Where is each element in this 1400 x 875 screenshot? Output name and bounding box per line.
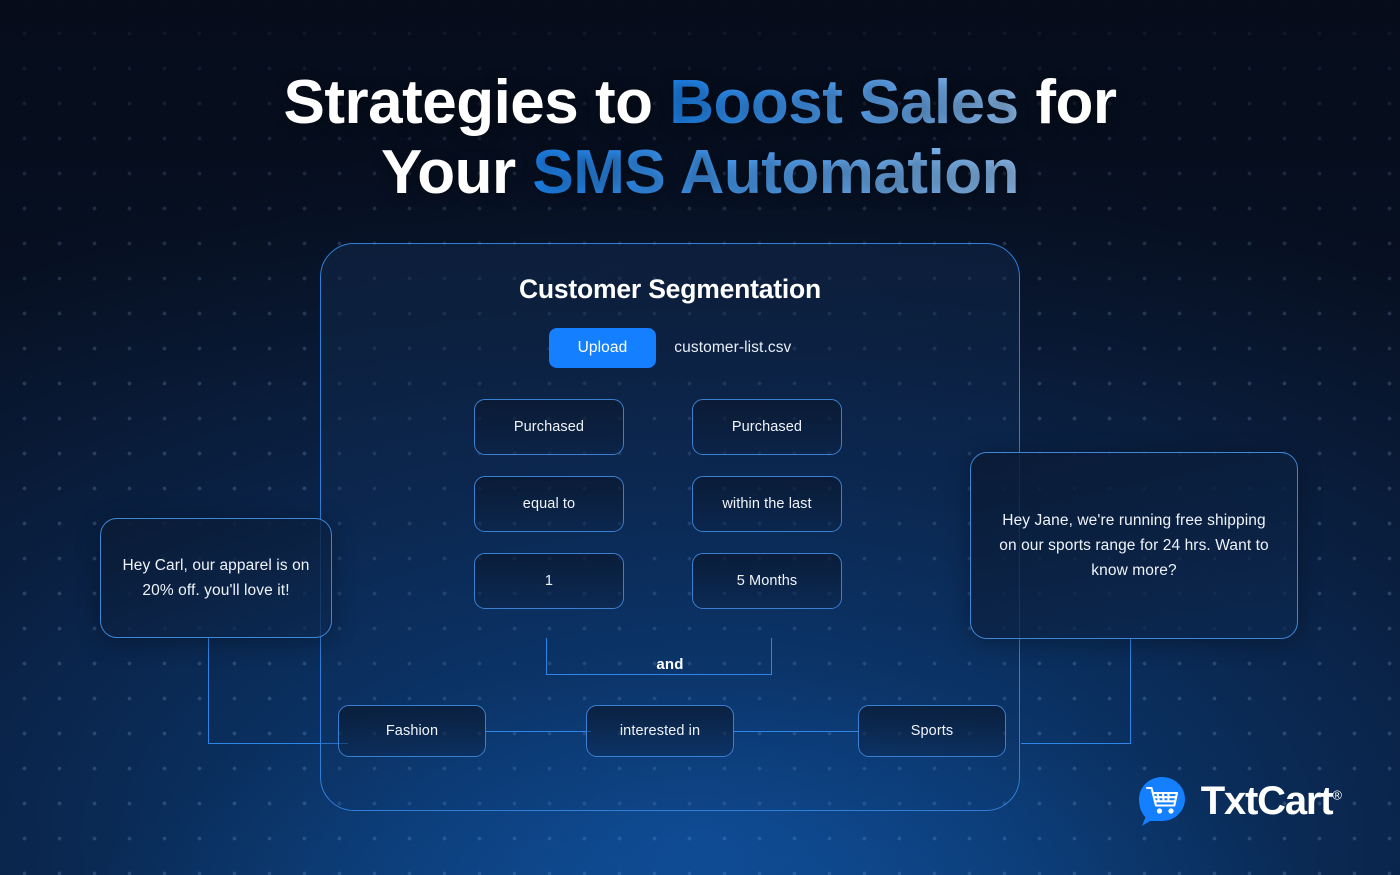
title-text-accent-1: Boost Sales [669, 68, 1019, 137]
interest-tag-right[interactable]: Sports [858, 705, 1006, 757]
title-line-1: Strategies to Boost Sales for [283, 68, 1117, 137]
upload-button[interactable]: Upload [548, 328, 657, 368]
condition-1-field[interactable]: Purchased [474, 399, 624, 455]
condition-join-label: and [656, 656, 684, 673]
connector-fashion-to-operator [486, 731, 591, 732]
connector-operator-to-sports [734, 731, 858, 732]
page-title: Strategies to Boost Sales for Your SMS A… [0, 68, 1400, 208]
condition-2-value[interactable]: 5 Months [692, 553, 842, 609]
interest-tag-left[interactable]: Fashion [338, 705, 486, 757]
card-heading: Customer Segmentation [518, 274, 822, 304]
title-text-plain-3: Your [380, 138, 533, 208]
chat-cart-icon [1136, 775, 1188, 827]
title-text-plain-2: for [1018, 68, 1117, 137]
sms-preview-bubble-right: Hey Jane, we're running free shipping on… [970, 452, 1298, 639]
brand-name-text: TxtCart [1200, 778, 1334, 823]
uploaded-file-name: customer-list.csv [674, 339, 792, 356]
brand-logo: TxtCart® [1136, 775, 1342, 827]
title-text-accent-2: SMS Automation [532, 138, 1020, 208]
condition-2-operator[interactable]: within the last [692, 476, 842, 532]
upload-row: Upload customer-list.csv [321, 328, 1019, 368]
connector-right-bubble [1021, 639, 1131, 744]
registered-trademark-symbol: ® [1332, 787, 1342, 803]
title-text-plain-1: Strategies to [283, 68, 670, 137]
title-line-2: Your SMS Automation [380, 138, 1020, 208]
sms-preview-bubble-left: Hey Carl, our apparel is on 20% off. you… [100, 518, 332, 638]
condition-1-operator[interactable]: equal to [474, 476, 624, 532]
brand-name: TxtCart® [1201, 779, 1342, 824]
interest-operator[interactable]: interested in [586, 705, 734, 757]
condition-2-field[interactable]: Purchased [692, 399, 842, 455]
condition-1-value[interactable]: 1 [474, 553, 624, 609]
customer-segmentation-card: Customer Segmentation Upload customer-li… [320, 243, 1020, 811]
